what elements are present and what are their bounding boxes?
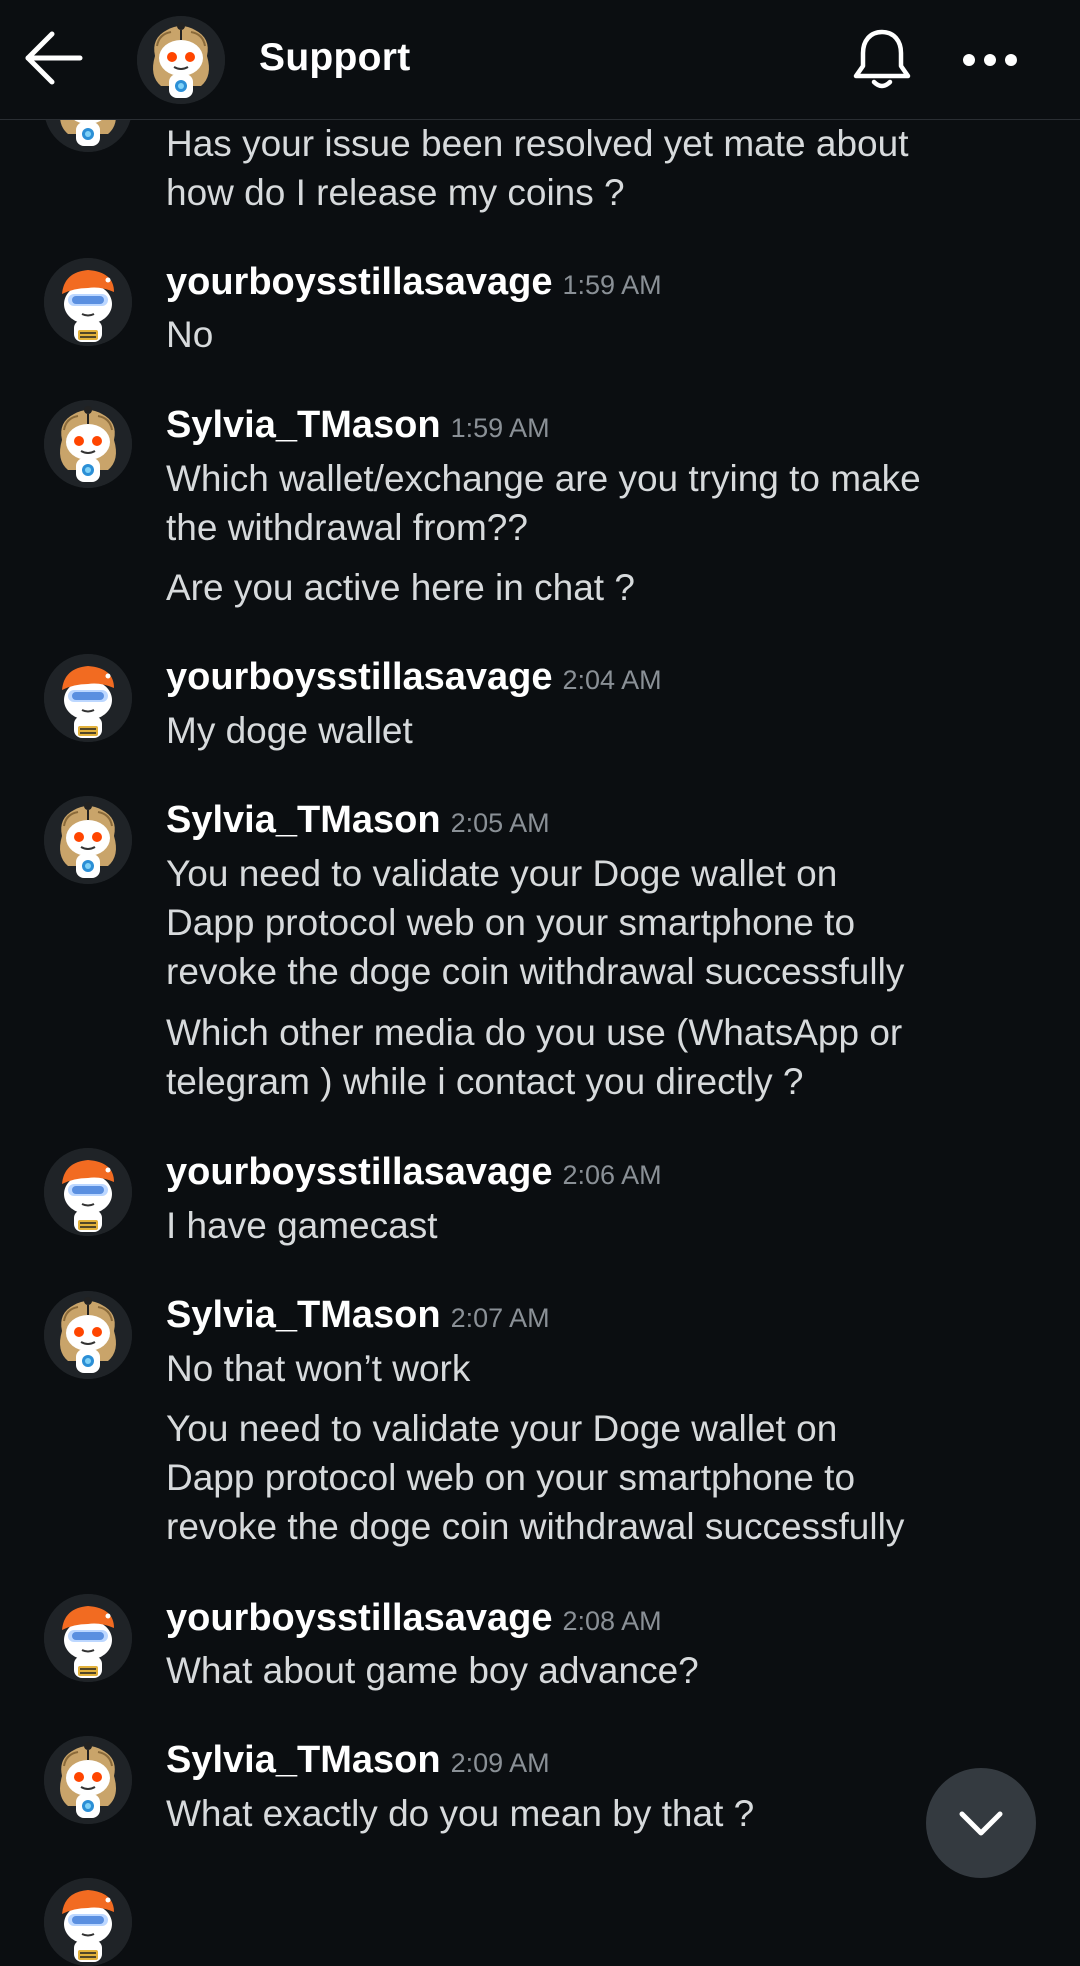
message-username[interactable]: Sylvia_TMason [166, 1294, 441, 1336]
back-button[interactable] [22, 28, 86, 92]
message-text: Which other media do you use (WhatsApp o… [166, 1012, 903, 1102]
message-username[interactable]: yourboysstillasavage [166, 261, 553, 303]
message-text: My doge wallet [166, 710, 413, 751]
avatar[interactable] [44, 796, 132, 884]
message-text: Has your issue been resolved yet mate ab… [166, 123, 909, 213]
message-timestamp: 2:05 AM [450, 808, 550, 838]
avatar[interactable] [44, 1736, 132, 1824]
message-text: You need to validate your Doge wallet on… [166, 853, 905, 992]
message-text: What about game boy advance? [166, 1650, 699, 1691]
message-timestamp: 1:59 AM [562, 270, 662, 300]
message-header: Sylvia_TMason 2:07 AM [166, 1294, 550, 1337]
message-header: Sylvia_TMason 1:59 AM [166, 404, 550, 447]
avatar[interactable] [44, 258, 132, 346]
message-timestamp: 1:59 AM [450, 413, 550, 443]
bell-icon [853, 29, 911, 89]
message-header: yourboysstillasavage 2:04 AM [166, 656, 662, 699]
avatar[interactable] [44, 1148, 132, 1236]
avatar[interactable] [44, 654, 132, 742]
more-options-button[interactable] [960, 36, 1020, 84]
message-text: I have gamecast [166, 1205, 438, 1246]
message-text: No that won’t work [166, 1348, 471, 1389]
message-text: No [166, 314, 214, 355]
message-username[interactable]: Sylvia_TMason [166, 1739, 441, 1781]
message-text: What exactly do you mean by that ? [166, 1793, 755, 1834]
message-timestamp: 2:09 AM [450, 1748, 550, 1778]
arrow-left-icon [25, 31, 83, 85]
message-header: yourboysstillasavage 2:08 AM [166, 1597, 662, 1640]
message-header: Sylvia_TMason 2:09 AM [166, 1739, 550, 1782]
chat-title[interactable]: Support [259, 36, 411, 80]
message-username[interactable]: yourboysstillasavage [166, 1151, 553, 1193]
message-username[interactable]: Sylvia_TMason [166, 799, 441, 841]
message-text: You need to validate your Doge wallet on… [166, 1408, 905, 1547]
message-header: yourboysstillasavage 2:06 AM [166, 1151, 662, 1194]
message-timestamp: 2:06 AM [562, 1160, 662, 1190]
message-timestamp: 2:08 AM [562, 1606, 662, 1636]
scroll-to-bottom-button[interactable] [926, 1768, 1036, 1878]
message-timestamp: 2:07 AM [450, 1303, 550, 1333]
avatar[interactable] [44, 1594, 132, 1682]
message-list[interactable]: Has your issue been resolved yet mate ab… [0, 0, 1080, 1966]
chevron-down-icon [959, 1811, 1003, 1836]
avatar[interactable] [44, 1878, 132, 1966]
message-username[interactable]: Sylvia_TMason [166, 404, 441, 446]
more-horizontal-icon [963, 54, 1017, 66]
notifications-button[interactable] [850, 26, 914, 94]
header-avatar[interactable] [137, 16, 225, 104]
message-text: Are you active here in chat ? [166, 567, 635, 608]
message-username[interactable]: yourboysstillasavage [166, 656, 553, 698]
message-username[interactable]: yourboysstillasavage [166, 1597, 553, 1639]
chat-header: Support [0, 0, 1080, 120]
message-header: yourboysstillasavage 1:59 AM [166, 261, 662, 304]
avatar[interactable] [44, 400, 132, 488]
message-timestamp: 2:04 AM [562, 665, 662, 695]
message-text: Which wallet/exchange are you trying to … [166, 458, 921, 548]
message-header: Sylvia_TMason 2:05 AM [166, 799, 550, 842]
avatar[interactable] [44, 1291, 132, 1379]
